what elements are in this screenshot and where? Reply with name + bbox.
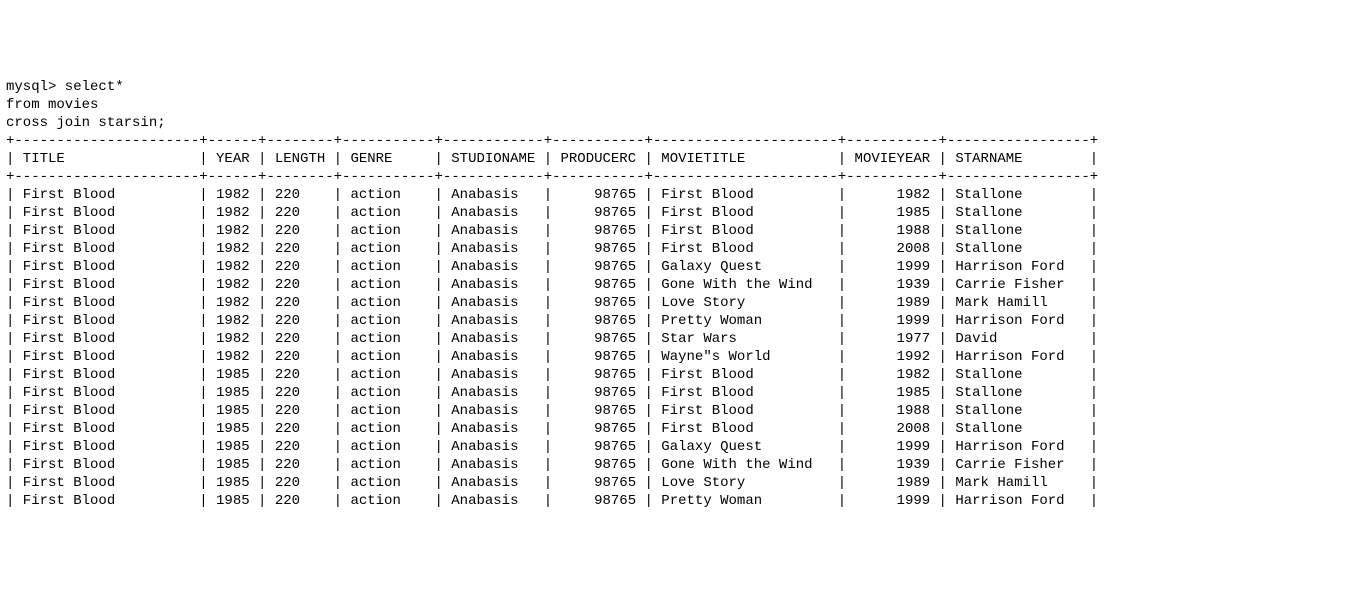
- table-row: | First Blood | 1982 | 220 | action | An…: [6, 348, 1360, 366]
- table-row: | First Blood | 1985 | 220 | action | An…: [6, 384, 1360, 402]
- table-row: | First Blood | 1982 | 220 | action | An…: [6, 330, 1360, 348]
- table-row: | First Blood | 1985 | 220 | action | An…: [6, 474, 1360, 492]
- query-line: from movies: [6, 96, 1360, 114]
- table-row: | First Blood | 1985 | 220 | action | An…: [6, 492, 1360, 510]
- table-row: | First Blood | 1982 | 220 | action | An…: [6, 258, 1360, 276]
- table-row: | First Blood | 1982 | 220 | action | An…: [6, 240, 1360, 258]
- table-row: | First Blood | 1982 | 220 | action | An…: [6, 204, 1360, 222]
- query-line: cross join starsin;: [6, 114, 1360, 132]
- table-separator: +----------------------+------+--------+…: [6, 132, 1360, 150]
- table-header: | TITLE | YEAR | LENGTH | GENRE | STUDIO…: [6, 150, 1360, 168]
- table-row: | First Blood | 1985 | 220 | action | An…: [6, 420, 1360, 438]
- table-row: | First Blood | 1985 | 220 | action | An…: [6, 438, 1360, 456]
- table-separator: +----------------------+------+--------+…: [6, 168, 1360, 186]
- table-row: | First Blood | 1982 | 220 | action | An…: [6, 186, 1360, 204]
- table-row: | First Blood | 1985 | 220 | action | An…: [6, 402, 1360, 420]
- table-row: | First Blood | 1982 | 220 | action | An…: [6, 222, 1360, 240]
- table-row: | First Blood | 1982 | 220 | action | An…: [6, 294, 1360, 312]
- table-row: | First Blood | 1982 | 220 | action | An…: [6, 312, 1360, 330]
- table-row: | First Blood | 1985 | 220 | action | An…: [6, 366, 1360, 384]
- table-row: | First Blood | 1982 | 220 | action | An…: [6, 276, 1360, 294]
- mysql-terminal-output: mysql> select*from moviescross join star…: [6, 78, 1360, 510]
- table-row: | First Blood | 1985 | 220 | action | An…: [6, 456, 1360, 474]
- query-line: mysql> select*: [6, 78, 1360, 96]
